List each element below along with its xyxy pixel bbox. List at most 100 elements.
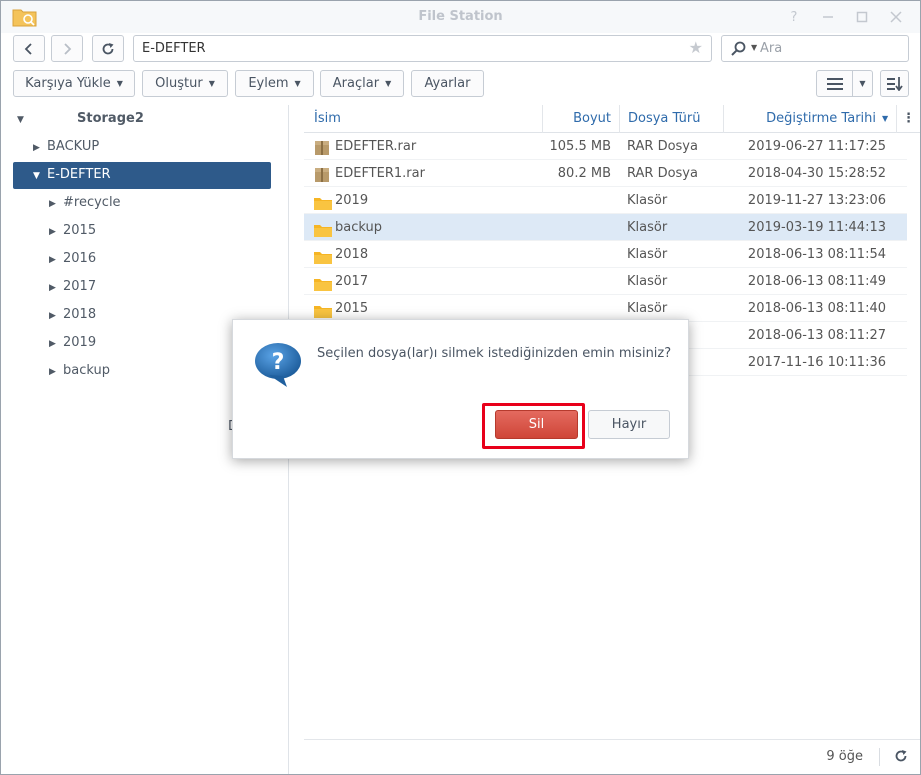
tree-item-label: 2018 xyxy=(63,307,97,322)
settings-label: Ayarlar xyxy=(424,76,471,91)
status-bar: 9 öğe xyxy=(304,739,920,774)
column-date-label: Değiştirme Tarihi xyxy=(766,111,876,126)
tree-item-label: #recycle xyxy=(63,195,121,210)
confirm-delete-label: Sil xyxy=(528,417,545,432)
collapsed-triangle-icon[interactable]: ▶ xyxy=(49,219,63,245)
column-options-icon[interactable]: ⋮ xyxy=(896,105,920,133)
table-row[interactable]: EDEFTER1.rar 80.2 MB RAR Dosya 2018-04-30 1… xyxy=(304,160,907,187)
tree-item-label: E-DEFTER xyxy=(47,167,111,182)
cell-type: Klasör xyxy=(627,274,668,289)
view-mode-button[interactable] xyxy=(816,70,853,97)
tree-item-recycle[interactable]: ▶ #recycle xyxy=(49,190,121,216)
search-options-caret-icon[interactable]: ▼ xyxy=(751,43,757,52)
collapsed-triangle-icon[interactable]: ▶ xyxy=(49,191,63,217)
table-row[interactable]: 2018 Klasör 2018-06-13 08:11:54 xyxy=(304,241,907,268)
table-row[interactable]: backup Klasör 2019-03-19 11:44:13 xyxy=(304,214,907,241)
back-button[interactable] xyxy=(13,35,45,62)
tree-item-2015[interactable]: ▶ 2015 xyxy=(49,218,96,244)
star-icon[interactable]: ★ xyxy=(689,40,703,56)
tools-label: Araçlar xyxy=(332,76,380,91)
search-box[interactable]: ▼ xyxy=(721,35,909,62)
expand-triangle-icon[interactable]: ▼ xyxy=(33,163,47,189)
cell-size xyxy=(542,241,611,268)
search-input[interactable] xyxy=(760,39,900,58)
cell-name: EDEFTER.rar xyxy=(335,139,417,154)
cell-name: 2018 xyxy=(335,247,369,262)
cell-date: 2019-11-27 13:23:06 xyxy=(747,193,886,208)
table-row[interactable]: EDEFTER.rar 105.5 MB RAR Dosya 2019-06-27 1… xyxy=(304,133,907,160)
cell-type: Klasör xyxy=(627,193,668,208)
tree-item-label: backup xyxy=(63,363,110,378)
refresh-button[interactable] xyxy=(92,35,124,62)
cell-name: 2019 xyxy=(335,193,369,208)
tree-item-2017[interactable]: ▶ 2017 xyxy=(49,274,96,300)
confirm-delete-dialog: ? Seçilen dosya(lar)ı silmek istediğiniz… xyxy=(232,319,689,459)
file-station-window: File Station ? E-DEFTER ★ ▼ Ara Karşıya … xyxy=(0,0,921,775)
item-count: 9 öğe xyxy=(826,749,863,764)
table-row[interactable]: 2017 Klasör 2018-06-13 08:11:49 xyxy=(304,268,907,295)
sort-button[interactable] xyxy=(880,70,909,97)
sort-desc-caret-icon: ▼ xyxy=(882,114,889,123)
collapsed-triangle-icon[interactable]: ▶ xyxy=(33,135,47,161)
tree-item-label: 2016 xyxy=(63,251,97,266)
cell-size xyxy=(542,268,611,295)
tree-item-row: ▼ E-DEFTER xyxy=(33,162,111,188)
expand-triangle-icon[interactable]: ▼ xyxy=(17,107,31,133)
cell-name: EDEFTER1.rar xyxy=(335,166,425,181)
tree-item-e-defter[interactable]: ▼ E-DEFTER xyxy=(13,162,271,189)
minimize-icon[interactable] xyxy=(818,7,838,27)
action-button[interactable]: Eylem ▼ xyxy=(235,70,314,97)
dialog-message: Seçilen dosya(lar)ı silmek istediğinizde… xyxy=(317,346,672,361)
cell-type: Klasör xyxy=(627,247,668,262)
column-date-header[interactable]: Değiştirme Tarihi xyxy=(723,105,896,133)
status-divider xyxy=(879,748,880,766)
path-field[interactable]: E-DEFTER ★ xyxy=(133,35,712,62)
action-label: Eylem xyxy=(248,76,289,91)
tree-item-2019[interactable]: ▶ 2019 xyxy=(49,330,96,356)
chevron-right-icon xyxy=(64,42,72,55)
table-row[interactable]: 2019 Klasör 2019-11-27 13:23:06 xyxy=(304,187,907,214)
tree-item-label: BACKUP xyxy=(47,139,100,154)
cell-size xyxy=(542,214,611,241)
view-mode-dropdown[interactable]: ▼ xyxy=(852,70,873,97)
cancel-button[interactable]: Hayır xyxy=(588,410,670,439)
collapsed-triangle-icon[interactable]: ▶ xyxy=(49,247,63,273)
cell-date: 2017-11-16 10:11:36 xyxy=(747,355,886,370)
search-icon xyxy=(731,41,746,56)
tree-item-label: 2019 xyxy=(63,335,97,350)
close-icon[interactable] xyxy=(886,7,906,27)
maximize-icon[interactable] xyxy=(852,7,872,27)
window-title: File Station xyxy=(418,9,503,24)
tree-item-2018[interactable]: ▶ 2018 xyxy=(49,302,96,328)
cell-type: RAR Dosya xyxy=(627,166,698,181)
upload-button[interactable]: Karşıya Yükle ▼ xyxy=(13,70,135,97)
forward-button[interactable] xyxy=(51,35,83,62)
table-header: İsim Boyut Dosya Türü Değiştirme Tarihi … xyxy=(304,105,920,133)
column-size-header[interactable]: Boyut xyxy=(542,105,619,133)
tree-root-storage2[interactable]: ▼ Storage2 xyxy=(17,106,144,132)
column-name-header[interactable]: İsim xyxy=(304,105,542,133)
table-row[interactable]: 2015 Klasör 2018-06-13 08:11:40 xyxy=(304,295,907,322)
tree-item-backup-folder[interactable]: ▶ backup xyxy=(49,358,110,384)
help-icon[interactable]: ? xyxy=(784,7,804,27)
collapsed-triangle-icon[interactable]: ▶ xyxy=(49,359,63,385)
column-type-header[interactable]: Dosya Türü xyxy=(619,105,723,133)
settings-button[interactable]: Ayarlar xyxy=(411,70,484,97)
tree-item-backup-share[interactable]: ▶ BACKUP xyxy=(33,134,99,160)
collapsed-triangle-icon[interactable]: ▶ xyxy=(49,331,63,357)
refresh-icon[interactable] xyxy=(894,749,908,763)
collapsed-triangle-icon[interactable]: ▶ xyxy=(49,275,63,301)
cell-date: 2019-03-19 11:44:13 xyxy=(747,220,886,235)
caret-down-icon: ▼ xyxy=(208,79,215,88)
tree-item-2016[interactable]: ▶ 2016 xyxy=(49,246,96,272)
path-text: E-DEFTER xyxy=(142,41,206,56)
caret-down-icon: ▼ xyxy=(385,79,392,88)
collapsed-triangle-icon[interactable]: ▶ xyxy=(49,303,63,329)
chevron-left-icon xyxy=(24,42,32,55)
confirm-delete-button[interactable]: Sil xyxy=(495,410,578,439)
tools-button[interactable]: Araçlar ▼ xyxy=(320,70,404,97)
cell-name: backup xyxy=(335,220,382,235)
cell-date: 2018-06-13 08:11:27 xyxy=(747,328,886,343)
create-button[interactable]: Oluştur ▼ xyxy=(142,70,228,97)
sort-icon xyxy=(886,76,903,91)
